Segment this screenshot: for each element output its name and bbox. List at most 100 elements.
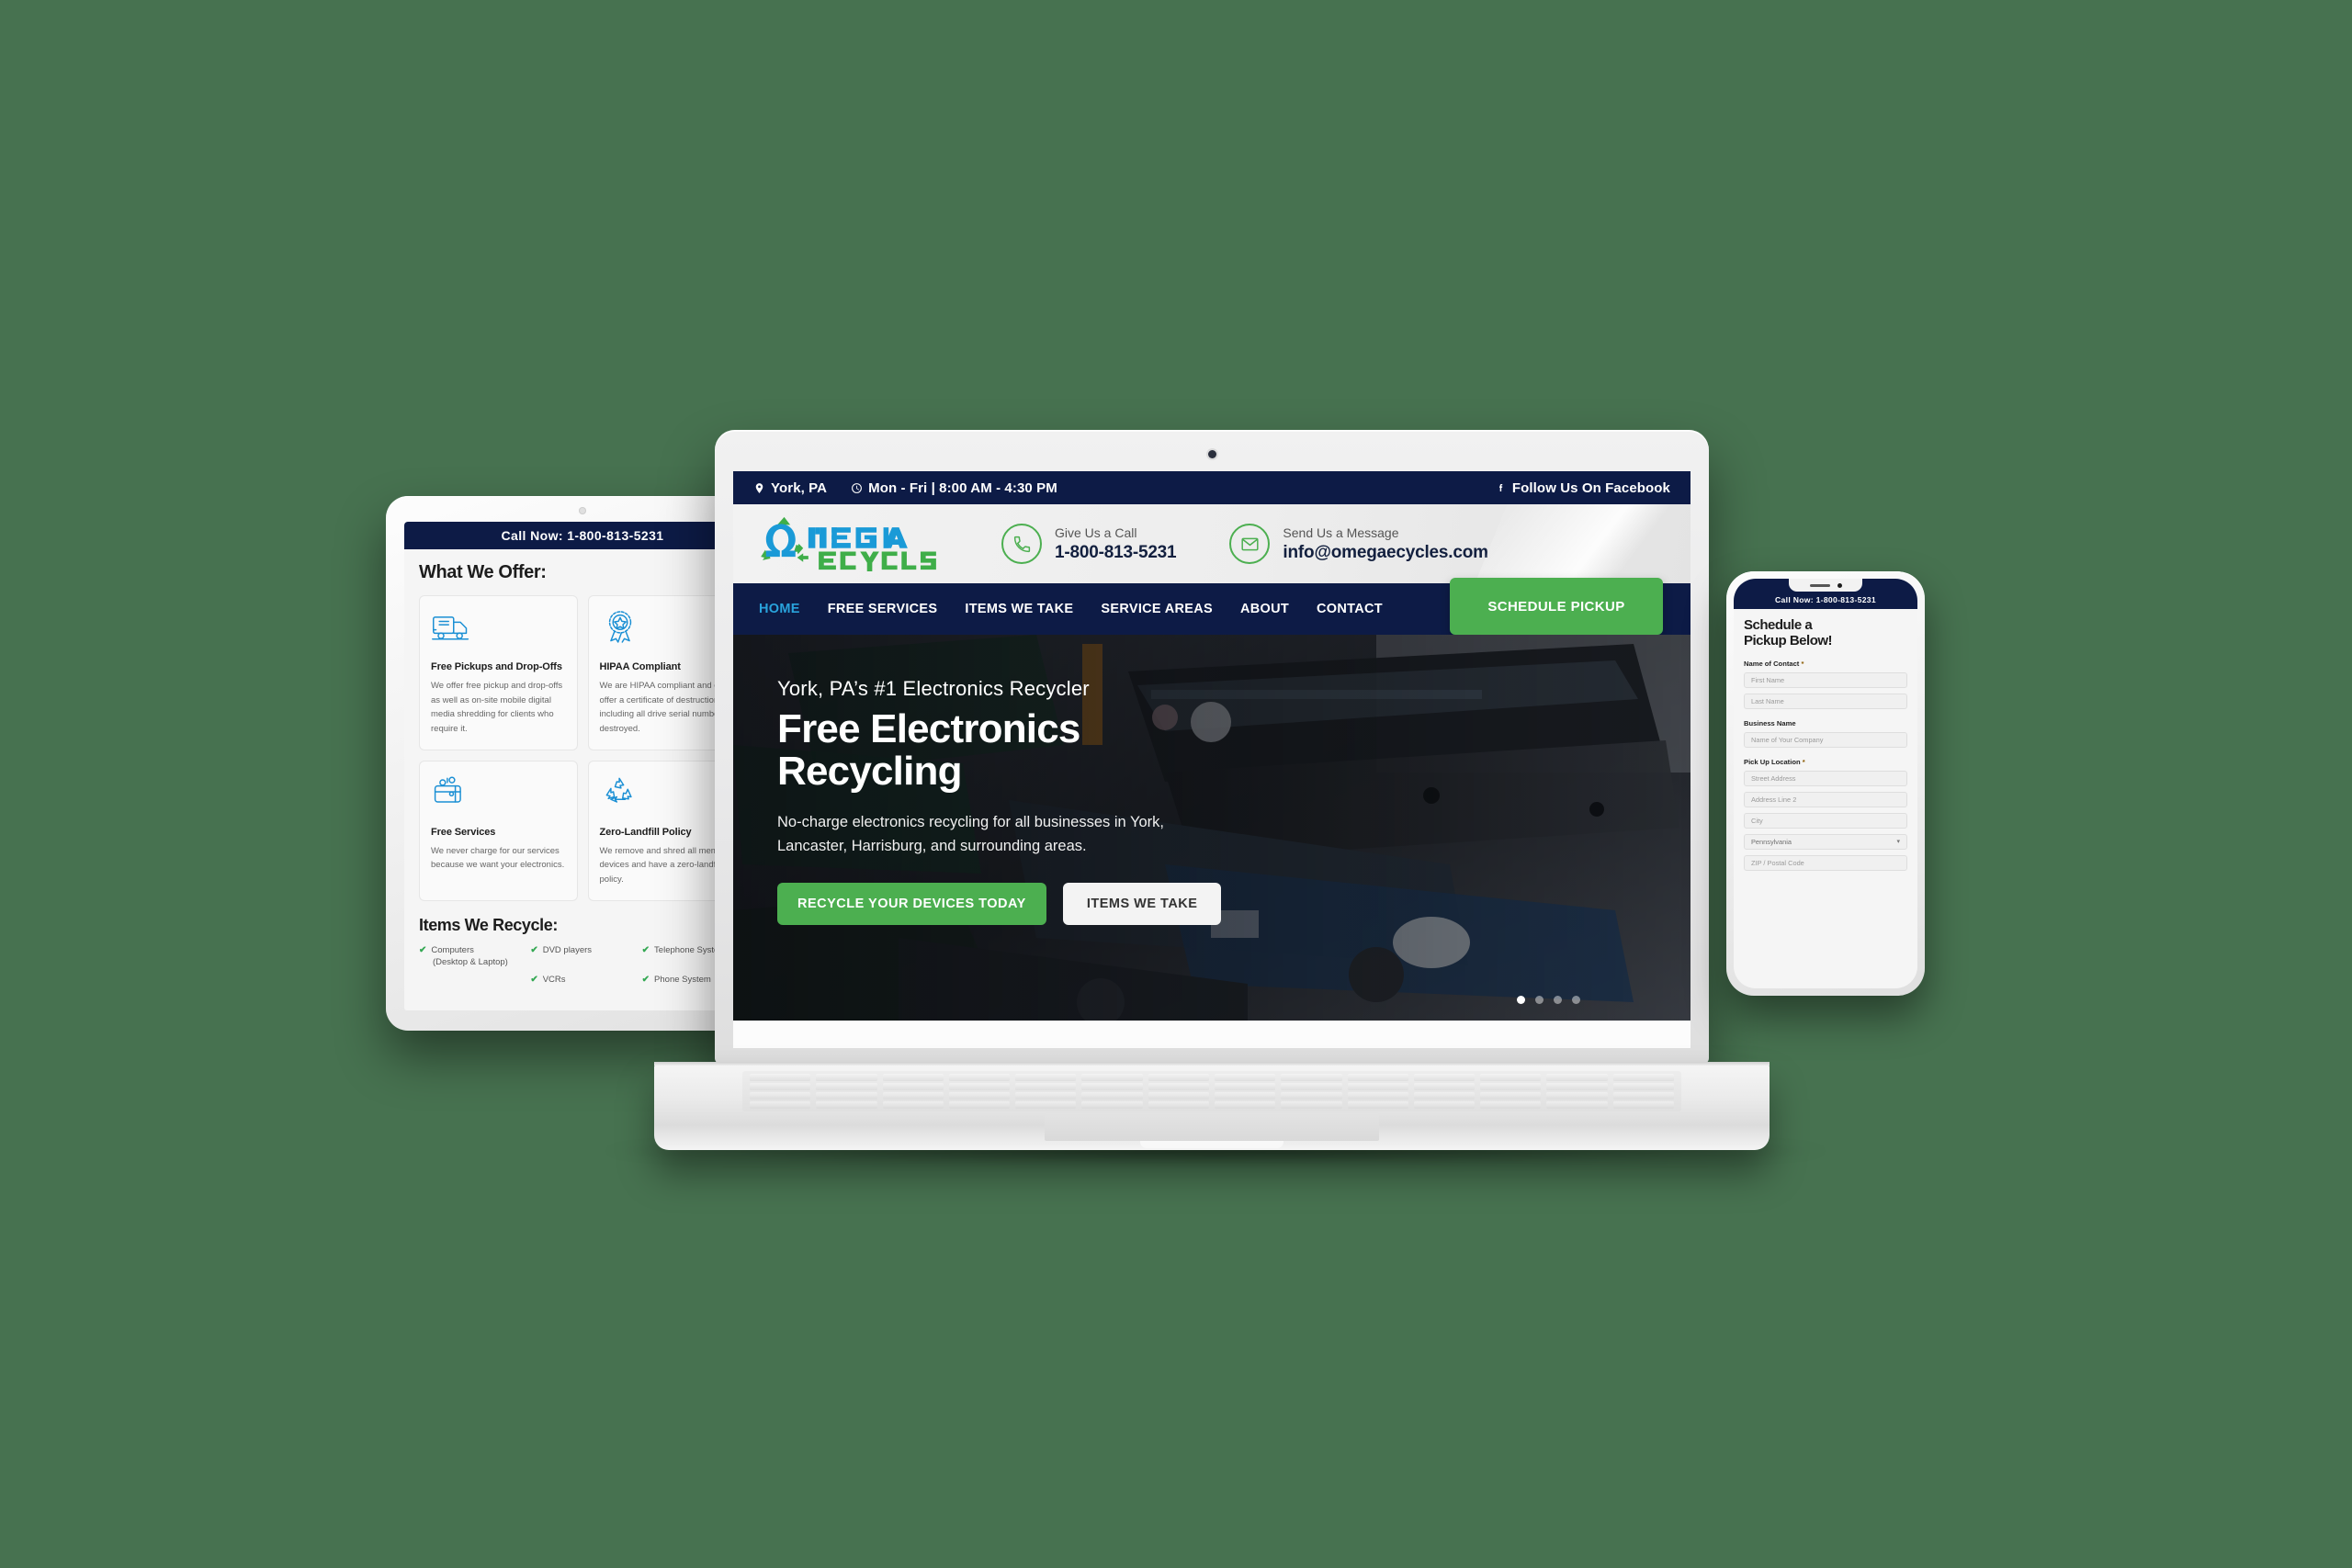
hero-title-line2: Recycling (777, 749, 962, 795)
last-name-field[interactable]: Last Name (1744, 693, 1907, 709)
email-address: info@omegaecycles.com (1283, 542, 1488, 562)
carousel-dot-3[interactable] (1554, 996, 1562, 1004)
required-marker: * (1800, 757, 1805, 766)
nav-item-home[interactable]: HOME (759, 602, 800, 616)
state-select[interactable]: Pennsylvania ▾ (1744, 833, 1907, 850)
list-item: ✔ DVD players (530, 944, 634, 968)
nav-item-about[interactable]: ABOUT (1240, 602, 1289, 616)
items-we-take-button[interactable]: ITEMS WE TAKE (1062, 882, 1222, 925)
site-top-bar: York, PA Mon - Fri | 8:00 AM - 4:30 PM F… (733, 471, 1690, 504)
offer-card[interactable]: Free Services We never charge for our se… (419, 760, 578, 901)
header-contacts: Give Us a Call 1-800-813-5231 Send Us a … (1001, 524, 1488, 564)
recycle-item-label: Computers (431, 944, 474, 955)
device-mockup-scene: Call Now: 1-800-813-5231 What We Offer: (0, 0, 2352, 1568)
items-we-recycle-heading: Items We Recycle: (419, 915, 558, 934)
hero-title: Free Electronics Recycling (777, 707, 1248, 795)
laptop-trackpad[interactable] (1045, 1113, 1379, 1141)
check-icon: ✔ (419, 944, 427, 955)
check-icon: ✔ (530, 975, 538, 986)
laptop-keyboard (742, 1071, 1681, 1111)
nav-item-contact[interactable]: CONTACT (1317, 602, 1383, 616)
phone-call-now-bar[interactable]: Call Now: 1-800-813-5231 (1734, 579, 1917, 609)
wallet-icon (431, 773, 566, 814)
phone-contact[interactable]: Give Us a Call 1-800-813-5231 (1001, 524, 1177, 564)
hero-section: York, PA’s #1 Electronics Recycler Free … (733, 635, 1690, 1021)
facebook-link[interactable]: Follow Us On Facebook (1495, 480, 1670, 496)
delivery-truck-icon (431, 608, 566, 649)
offer-card[interactable]: Free Pickups and Drop-Offs We offer free… (419, 595, 578, 750)
offer-card-text: We never charge for our services because… (431, 845, 565, 871)
laptop-device: York, PA Mon - Fri | 8:00 AM - 4:30 PM F… (605, 430, 1826, 1174)
email-label: Send Us a Message (1283, 525, 1399, 540)
phone-number: 1-800-813-5231 (1055, 542, 1177, 562)
tablet-call-now-bar[interactable]: Call Now: 1-800-813-5231 (404, 522, 761, 549)
hero-content: York, PA’s #1 Electronics Recycler Free … (733, 635, 1248, 925)
pick-up-location-label: Pick Up Location * (1744, 757, 1805, 766)
phone-notch (1789, 579, 1862, 592)
facebook-icon (1498, 483, 1503, 491)
hero-subtitle: No-charge electronics recycling for all … (777, 814, 1164, 854)
recycle-item-sub: (Desktop & Laptop) (433, 957, 508, 968)
required-marker: * (1799, 659, 1804, 668)
hours-label: Mon - Fri | 8:00 AM - 4:30 PM (868, 479, 1057, 496)
schedule-pickup-button[interactable]: SCHEDULE PICKUP (1450, 578, 1663, 635)
company-name-field[interactable]: Name of Your Company (1744, 731, 1907, 748)
recycle-items-list: ✔ Computers (Desktop & Laptop) ✔ DVD playe… (419, 944, 746, 987)
phone-label: Give Us a Call (1055, 525, 1137, 540)
nav-item-items-we-take[interactable]: ITEMS WE TAKE (965, 602, 1073, 616)
street-address-field[interactable]: Street Address (1744, 770, 1907, 786)
email-contact[interactable]: Send Us a Message info@omegaecycles.com (1229, 524, 1488, 564)
site-header: Give Us a Call 1-800-813-5231 Send Us a … (733, 504, 1690, 583)
nav-item-service-areas[interactable]: SERVICE AREAS (1101, 602, 1213, 616)
clock-icon (852, 482, 863, 493)
city-field[interactable]: City (1744, 812, 1907, 829)
laptop-screen: York, PA Mon - Fri | 8:00 AM - 4:30 PM F… (733, 471, 1690, 1048)
location-info: York, PA (753, 480, 827, 496)
list-item: ✔ VCRs (530, 974, 634, 987)
location-label: York, PA (771, 479, 828, 496)
offer-card-grid: Free Pickups and Drop-Offs We offer free… (419, 595, 746, 901)
front-camera-icon (1837, 582, 1842, 588)
list-item-spacer (419, 974, 523, 987)
zip-postal-code-field[interactable]: ZIP / Postal Code (1744, 854, 1907, 871)
tablet-camera-icon (579, 507, 586, 514)
brand-logo[interactable] (757, 515, 970, 572)
omega-ecycles-logo-icon (761, 516, 936, 572)
speaker-grille-icon (1809, 583, 1830, 587)
recycle-item-label: DVD players (542, 944, 593, 955)
hours-info: Mon - Fri | 8:00 AM - 4:30 PM (851, 480, 1057, 496)
check-icon: ✔ (530, 944, 538, 955)
carousel-dot-2[interactable] (1535, 996, 1544, 1004)
address-line-2-field[interactable]: Address Line 2 (1744, 791, 1907, 807)
laptop-base (654, 1062, 1770, 1150)
laptop-lid-notch (1140, 1141, 1283, 1148)
phone-device: Call Now: 1-800-813-5231 Schedule a Pick… (1726, 571, 1925, 996)
name-of-contact-label: Name of Contact * (1744, 659, 1804, 668)
carousel-dot-1[interactable] (1517, 996, 1525, 1004)
chevron-down-icon: ▾ (1896, 839, 1900, 846)
state-select-value: Pennsylvania (1751, 837, 1792, 846)
laptop-hinge (654, 1062, 1770, 1066)
laptop-camera-icon (1207, 450, 1216, 458)
nav-item-free-services[interactable]: FREE SERVICES (828, 602, 938, 616)
business-name-label: Business Name (1744, 718, 1796, 728)
below-hero-section (733, 1021, 1690, 1048)
recycle-devices-button[interactable]: RECYCLE YOUR DEVICES TODAY (777, 882, 1046, 925)
laptop-lid: York, PA Mon - Fri | 8:00 AM - 4:30 PM F… (715, 430, 1709, 1064)
site-nav: HOME FREE SERVICES ITEMS WE TAKE SERVICE… (733, 578, 1690, 635)
phone-icon (1001, 524, 1042, 564)
first-name-field[interactable]: First Name (1744, 671, 1907, 688)
recycle-item-label: Phone System (654, 975, 711, 986)
recycle-item-label: VCRs (542, 975, 566, 986)
tablet-screen: Call Now: 1-800-813-5231 What We Offer: (404, 522, 761, 1010)
carousel-dot-4[interactable] (1572, 996, 1580, 1004)
list-item: ✔ Computers (Desktop & Laptop) (419, 944, 523, 968)
carousel-dots (1517, 996, 1580, 1004)
location-pin-icon (755, 482, 763, 493)
tablet-content: What We Offer: Free Pickups and Drop-Off… (404, 549, 761, 987)
phone-title-line1: Schedule a (1744, 617, 1813, 633)
phone-form-title: Schedule a Pickup Below! (1744, 617, 1907, 649)
offer-card-title: Free Pickups and Drop-Offs (431, 661, 562, 672)
phone-form: Schedule a Pickup Below! Name of Contact… (1734, 609, 1917, 871)
phone-screen: Call Now: 1-800-813-5231 Schedule a Pick… (1734, 579, 1917, 988)
